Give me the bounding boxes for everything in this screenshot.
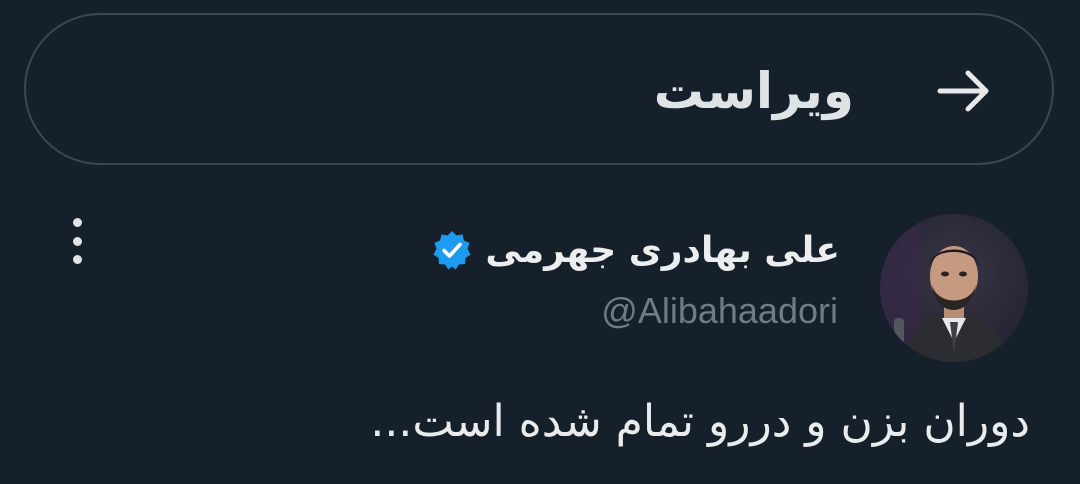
avatar[interactable] — [880, 214, 1028, 362]
vertical-dots-icon-dot — [72, 255, 82, 264]
vertical-dots-icon — [72, 218, 82, 227]
post-text: دوران بزن و دررو تمام شده است... — [370, 396, 1030, 447]
author-display-name: علی بهادری جهرمی — [485, 229, 840, 271]
verified-badge-icon — [431, 229, 473, 271]
post-view-screen: ویراست علی بهادری جهرمی @Alibahaadori دو… — [0, 0, 1080, 484]
back-button[interactable] — [936, 67, 992, 115]
author-handle[interactable]: @Alibahaadori — [601, 286, 838, 336]
vertical-dots-icon-dot — [72, 236, 82, 246]
more-options-button[interactable] — [60, 218, 94, 264]
header-title: ویراست — [653, 62, 854, 120]
author-name-row[interactable]: علی بهادری جهرمی — [431, 222, 840, 278]
profile-photo — [880, 214, 1028, 362]
arrow-right-icon — [937, 70, 989, 112]
header-bar: ویراست — [24, 13, 1054, 165]
